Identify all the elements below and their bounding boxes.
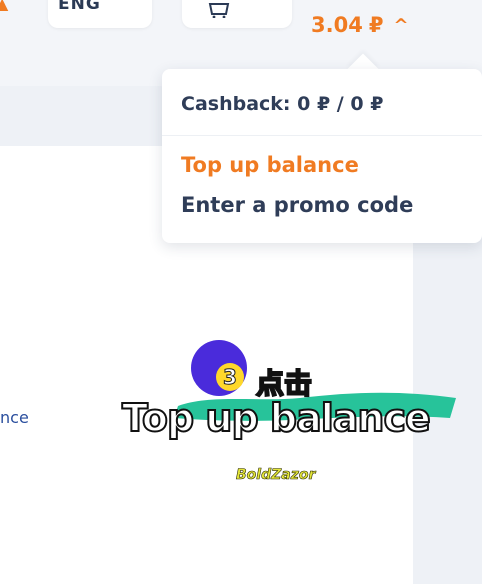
balance-dropdown: Cashback: 0 ₽ / 0 ₽ Top up balance Enter… <box>162 69 482 243</box>
step-number: 3 <box>216 363 244 391</box>
language-label: ENG <box>58 0 101 14</box>
dropdown-divider <box>162 135 482 136</box>
caption-main: Top up balance <box>121 395 432 441</box>
language-button[interactable]: ENG <box>48 0 152 28</box>
balance-amount: 3.04 <box>311 13 363 37</box>
cart-icon <box>208 3 230 18</box>
currency-symbol: ₽ <box>368 13 384 37</box>
top-up-balance-link[interactable]: Top up balance <box>181 153 359 177</box>
chevron-up-icon: ^ <box>393 14 409 36</box>
brand-watermark: BoldZazor <box>236 467 316 484</box>
balance-toggle[interactable]: 3.04 ₽ ^ <box>311 10 409 40</box>
cashback-text: Cashback: 0 ₽ / 0 ₽ <box>181 93 384 115</box>
cart-button[interactable] <box>182 0 292 28</box>
sidebar-label-fragment[interactable]: nce <box>0 408 29 427</box>
promo-code-link[interactable]: Enter a promo code <box>181 193 413 217</box>
warning-icon[interactable]: ▲ <box>0 0 16 14</box>
